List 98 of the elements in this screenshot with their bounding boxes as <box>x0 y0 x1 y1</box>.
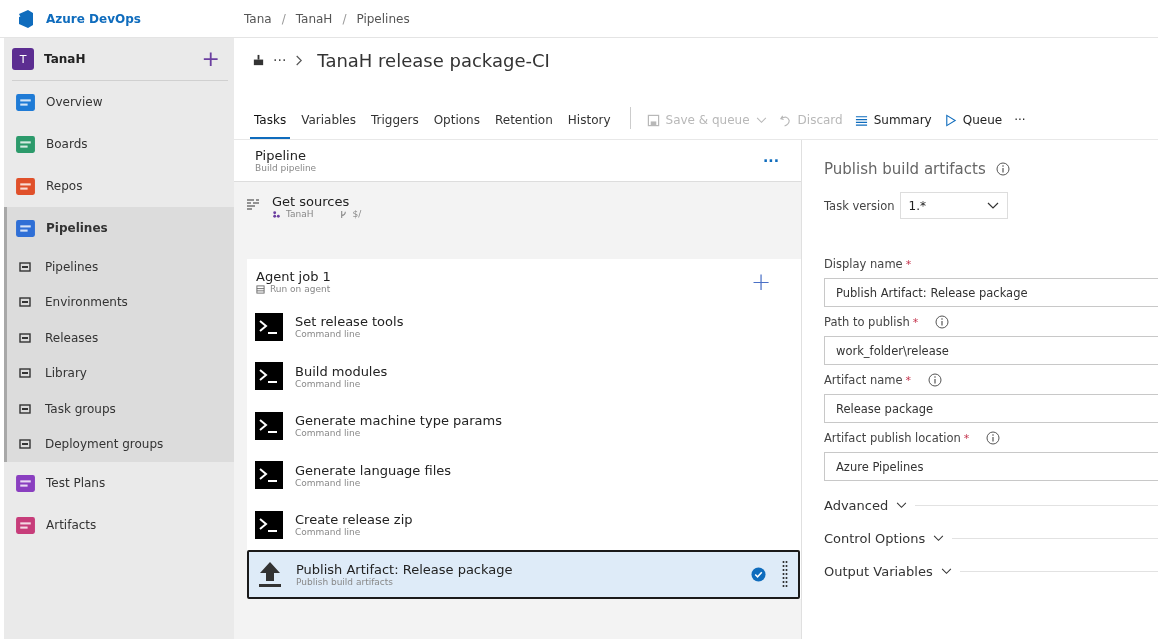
required-mark: * <box>905 257 912 271</box>
undo-icon <box>778 113 792 127</box>
sidebar-subitem[interactable]: Releases <box>7 320 234 356</box>
add-task-button[interactable]: + <box>750 269 771 294</box>
field-label: Task version <box>824 198 895 213</box>
breadcrumb-link[interactable]: TanaH <box>295 11 333 26</box>
add-button[interactable]: + <box>201 48 228 70</box>
app-tile-icon <box>15 514 36 536</box>
terminal-icon <box>255 461 283 490</box>
tab[interactable]: Retention <box>490 113 557 139</box>
sidebar-item[interactable]: Pipelines <box>7 207 234 249</box>
task-row[interactable]: Generate language files Command line <box>247 450 801 500</box>
input-field[interactable]: Publish Artifact: Release package <box>824 278 1158 307</box>
chevron-down-icon <box>940 568 952 575</box>
sidebar-subitem[interactable]: Pipelines <box>7 249 234 285</box>
sidebar-subitem[interactable]: Environments <box>7 284 234 320</box>
breadcrumb-separator: / <box>281 11 286 26</box>
toolbar-button[interactable]: Summary <box>848 113 938 139</box>
app-tile-icon <box>15 133 36 155</box>
page-title: TanaH release package-CI <box>317 49 550 71</box>
app-tile-icon <box>15 91 36 113</box>
details-title: Publish build artifacts <box>824 160 986 178</box>
job-title[interactable]: Agent job 1 <box>256 269 331 284</box>
sidebar-item[interactable]: Overview <box>4 81 234 123</box>
drag-handle-icon[interactable] <box>782 560 788 589</box>
play-icon <box>943 113 957 127</box>
field-label: Artifact name <box>824 373 903 387</box>
info-icon[interactable] <box>986 431 1001 445</box>
sidebar-item[interactable]: Repos <box>4 165 234 207</box>
server-icon <box>256 284 265 294</box>
breadcrumb-separator: / <box>342 11 347 26</box>
sidebar-subitem[interactable]: Task groups <box>7 391 234 427</box>
check-circle-icon <box>751 566 766 582</box>
toolbar-button[interactable]: Queue <box>937 113 1009 139</box>
task-row[interactable]: Set release tools Command line <box>247 302 801 352</box>
source-path: $/ <box>352 209 362 219</box>
more-button[interactable]: ··· <box>763 152 779 169</box>
section-toggle[interactable]: Control Options <box>824 531 945 546</box>
sidebar-subitem[interactable]: Library <box>7 355 234 391</box>
pipeline-icon <box>252 53 265 67</box>
field-label: Display name <box>824 257 903 271</box>
app-tile-icon <box>15 472 36 494</box>
field-label: Path to publish <box>824 315 910 329</box>
required-mark: * <box>905 373 911 387</box>
required-mark: * <box>912 315 919 329</box>
repo-name: TanaH <box>286 209 314 219</box>
chevron-right-icon <box>294 53 304 67</box>
upload-icon <box>256 560 284 589</box>
task-row[interactable]: Publish Artifact: Release package Publish build artifacts <box>247 549 800 599</box>
sidebar-item[interactable]: Artifacts <box>4 504 234 546</box>
breadcrumb-link[interactable]: Pipelines <box>356 11 410 26</box>
section-toggle[interactable]: Advanced <box>824 498 908 513</box>
input-field[interactable]: work_folder\release <box>824 336 1158 365</box>
tab[interactable]: Options <box>429 113 484 139</box>
job-subtitle: Run on agent <box>270 284 331 294</box>
project-name[interactable]: TanaH <box>44 52 192 66</box>
tab[interactable]: Triggers <box>367 113 423 139</box>
section-toggle[interactable]: Output Variables <box>824 564 952 579</box>
task-row[interactable]: Build modules Command line <box>247 351 801 401</box>
terminal-icon <box>255 510 283 539</box>
input-field[interactable]: Azure Pipelines <box>824 452 1158 481</box>
branch-icon <box>338 209 348 219</box>
info-icon[interactable] <box>995 162 1010 176</box>
required-mark: * <box>963 431 970 445</box>
terminal-icon <box>255 411 283 440</box>
chevron-down-icon <box>933 535 945 542</box>
breadcrumb-link[interactable]: Tana <box>244 11 272 26</box>
repo-icon <box>272 209 281 219</box>
terminal-icon <box>255 362 283 391</box>
info-icon[interactable] <box>935 315 950 329</box>
terminal-icon <box>255 312 283 341</box>
sources-icon <box>246 198 260 210</box>
project-avatar: T <box>12 48 34 70</box>
list-icon <box>854 113 868 127</box>
sidebar-item[interactable]: Test Plans <box>4 462 234 504</box>
save-icon <box>646 113 660 127</box>
task-row[interactable]: Generate machine type params Command line <box>247 401 801 451</box>
version-dropdown[interactable]: 1.* <box>899 192 1008 219</box>
chevron-down-icon <box>755 116 767 124</box>
pipeline-title[interactable]: Pipeline <box>255 148 317 163</box>
tab[interactable]: Variables <box>297 113 360 139</box>
field-label: Artifact publish location <box>824 431 961 445</box>
tab[interactable]: History <box>563 113 615 139</box>
input-field[interactable]: Release package <box>824 394 1158 423</box>
app-tile-icon <box>15 175 36 197</box>
info-icon[interactable] <box>928 373 942 387</box>
sources-title[interactable]: Get sources <box>272 194 362 209</box>
chevron-down-icon <box>986 201 999 210</box>
pipeline-subtitle: Build pipeline <box>255 163 317 173</box>
app-tile-icon <box>15 217 36 239</box>
chevron-down-icon <box>896 502 908 509</box>
more-button[interactable]: ··· <box>273 52 287 68</box>
task-row[interactable]: Create release zip Command line <box>247 500 801 550</box>
brand-name[interactable]: Azure DevOps <box>46 11 141 26</box>
azure-logo-icon <box>16 8 36 29</box>
sidebar-item[interactable]: Boards <box>4 123 234 165</box>
more-button[interactable]: ··· <box>1008 113 1032 139</box>
sidebar-subitem[interactable]: Deployment groups <box>7 426 234 462</box>
